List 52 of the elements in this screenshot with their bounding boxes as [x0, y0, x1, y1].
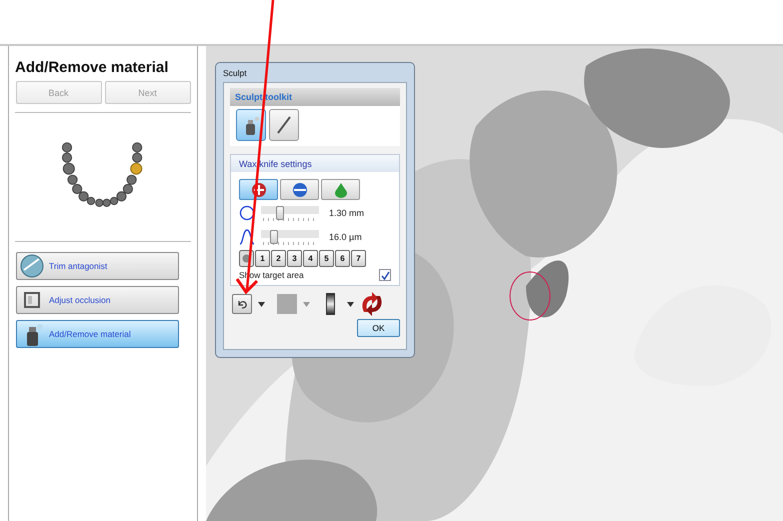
preset-button[interactable]: 1: [255, 250, 270, 267]
mode-button[interactable]: [239, 179, 278, 200]
tooth[interactable]: [122, 184, 133, 194]
tooth[interactable]: [132, 142, 142, 153]
ok-button[interactable]: OK: [357, 319, 400, 337]
tooth[interactable]: [62, 152, 72, 163]
tooth[interactable]: [62, 142, 72, 153]
caret-icon[interactable]: [258, 302, 265, 306]
tooth[interactable]: [116, 191, 127, 202]
rotate-arrows-icon[interactable]: [360, 292, 384, 316]
caret-icon[interactable]: [347, 302, 354, 306]
tooth[interactable]: [78, 191, 89, 202]
checkmark-icon: [380, 270, 390, 280]
minus-icon: [292, 182, 308, 198]
slider-thumb[interactable]: [270, 230, 278, 244]
section-header: Wax knife settings: [231, 155, 399, 172]
workflow-step-button[interactable]: Trim antagonist: [16, 252, 179, 280]
slider-value: 1.30 mm: [329, 208, 364, 218]
drop-icon: [334, 182, 348, 198]
tool-button[interactable]: [269, 109, 299, 141]
workflow-step-button[interactable]: Adjust occlusion: [16, 286, 179, 314]
workflow-step-button[interactable]: Add/Remove material: [16, 320, 179, 348]
gradient-bar-icon[interactable]: [326, 293, 335, 315]
color-swatch[interactable]: [277, 294, 297, 314]
preset-button[interactable]: 7: [351, 250, 366, 267]
slider-thumb[interactable]: [276, 206, 284, 220]
tool-button[interactable]: [236, 109, 266, 141]
undo-icon: [236, 298, 248, 310]
knife-icon: [275, 115, 293, 135]
mode-button[interactable]: [280, 179, 319, 200]
tooth[interactable]: [72, 184, 82, 194]
tooth[interactable]: [130, 162, 142, 175]
undo-button[interactable]: [232, 294, 252, 314]
sphere-icon: [19, 254, 45, 278]
section-header: Sculpt toolkit: [230, 88, 400, 106]
tooth[interactable]: [126, 174, 137, 185]
preset-button[interactable]: 6: [335, 250, 350, 267]
plus-icon: [250, 182, 266, 198]
tooth[interactable]: [132, 152, 142, 163]
preset-button[interactable]: 4: [303, 250, 318, 267]
preset-button[interactable]: 3: [287, 250, 302, 267]
checkbox[interactable]: [379, 269, 391, 281]
preset-button[interactable]: 5: [319, 250, 334, 267]
mode-button[interactable]: [321, 179, 360, 200]
tooth[interactable]: [67, 174, 78, 185]
tooth[interactable]: [62, 162, 75, 175]
circle-icon: [239, 205, 255, 221]
dialog-title: Sculpt: [223, 67, 248, 80]
bell-curve-icon: [239, 229, 255, 245]
slider-value: 16.0 µm: [329, 232, 362, 242]
step-title: Add/Remove material: [14, 59, 168, 76]
preset-button[interactable]: 2: [271, 250, 286, 267]
